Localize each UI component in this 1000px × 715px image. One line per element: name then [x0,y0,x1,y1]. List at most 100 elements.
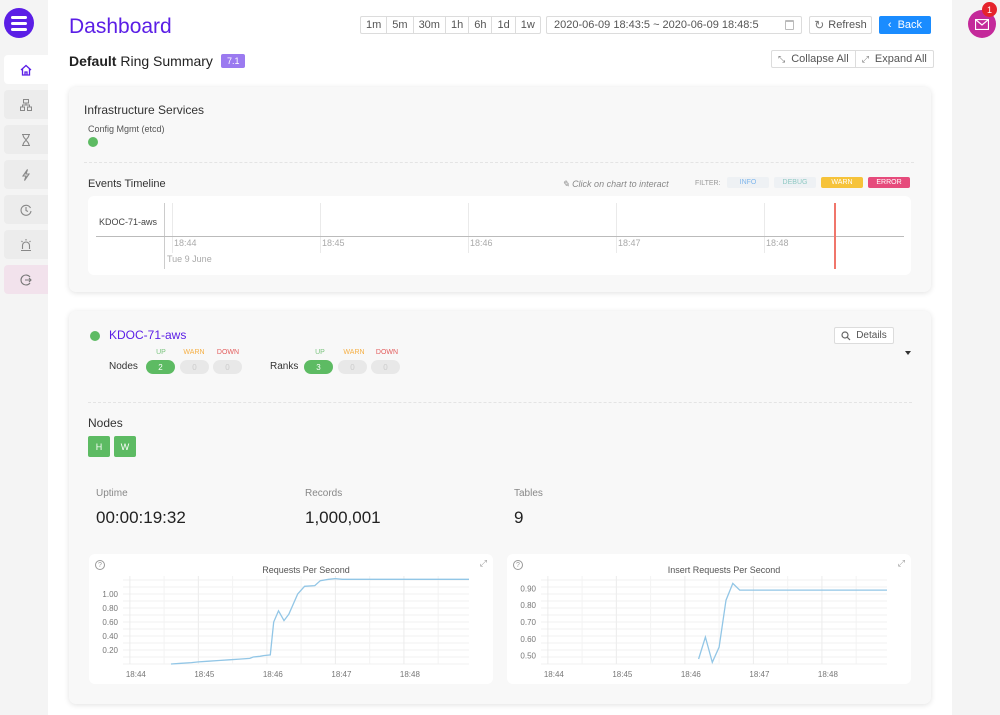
x-tick-label: 18:46 [263,670,284,679]
timeline-gridline [172,203,173,253]
filter-info[interactable]: INFO [727,177,769,188]
x-tick-label: 18:45 [612,670,633,679]
range-1h-button[interactable]: 1h [446,17,470,33]
range-30m-button[interactable]: 30m [414,17,446,33]
y-tick-label: 0.70 [520,618,536,627]
ranks-warn-header: WARN [343,349,365,356]
refresh-icon: ↻ [814,18,825,32]
hourglass-icon [22,133,30,146]
network-icon [20,98,32,111]
ranks-label: Ranks [270,361,299,372]
insert-requests-per-second-chart[interactable]: ? ⤢ Insert Requests Per Second 0.50 0.60 0.… [507,554,911,684]
home-icon [20,64,32,76]
page-title: Dashboard [69,15,172,38]
nodes-warn-count: 0 [180,360,209,374]
error-event-marker[interactable] [834,203,836,269]
sidebar-item-queries[interactable] [4,125,48,154]
chart-svg: Insert Requests Per Second 0.50 0.60 0.70 0.… [520,565,887,679]
node-chip-h[interactable]: H [88,436,110,457]
sidebar-item-history[interactable] [4,195,48,224]
infrastructure-title: Infrastructure Services [84,103,205,117]
sidebar-item-topology[interactable] [4,90,48,119]
filter-warn[interactable]: WARN [821,177,863,188]
filter-label: FILTER: [695,180,721,187]
sidebar-item-alerts[interactable] [4,230,48,259]
timeline-gridline [468,203,469,253]
sidebar-item-performance[interactable] [4,160,48,189]
x-tick-label: 18:47 [331,670,352,679]
collapse-icon: ⤡ [778,53,786,64]
divider [84,162,914,163]
x-tick-label: 18:44 [126,670,147,679]
series-line [170,577,469,665]
nodes-down-count: 0 [213,360,242,374]
expand-icon: ⤢ [861,53,869,64]
tables-value: 9 [514,508,524,527]
timeline-gridline [320,203,321,253]
service-name: Config Mgmt (etcd) [88,124,165,134]
cluster-name-link[interactable]: KDOC-71-aws [109,328,186,342]
nodes-down-header: DOWN [216,349,240,356]
collapse-all-button[interactable]: ⤡ Collapse All [772,51,856,67]
y-tick-label: 0.90 [520,584,536,593]
menu-logo-icon[interactable] [4,8,34,38]
uptime-value: 00:00:19:32 [96,508,186,527]
nodes-label: Nodes [109,361,138,372]
timeline-date: Tue 9 June [167,254,212,264]
expand-all-button[interactable]: ⤢ Expand All [856,51,933,67]
details-label: Details [856,330,887,341]
ranks-down-header: DOWN [375,349,399,356]
nodes-section-title: Nodes [88,416,123,430]
range-1m-button[interactable]: 1m [361,17,388,33]
refresh-label: Refresh [828,19,867,31]
back-label: Back [897,19,923,31]
y-tick-label: 0.20 [102,646,118,655]
date-range-picker[interactable]: 2020-06-09 18:43:5 ~ 2020-06-09 18:48:5 [546,16,802,34]
timeline-tick: 18:47 [618,238,641,248]
node-chip-w[interactable]: W [114,436,136,457]
version-badge: 7.1 [220,54,246,68]
expand-collapse-group: ⤡ Collapse All ⤢ Expand All [771,50,934,68]
tables-label: Tables [514,488,543,499]
divider [88,402,912,403]
nodes-warn-header: WARN [183,349,205,356]
alarm-icon [21,238,31,251]
filter-error[interactable]: ERROR [868,177,910,188]
refresh-button[interactable]: ↻ Refresh [809,16,872,34]
subtitle-text: Ring Summary [120,53,213,69]
range-1w-button[interactable]: 1w [516,17,540,33]
x-tick-label: 18:48 [818,670,839,679]
range-5m-button[interactable]: 5m [387,17,414,33]
details-button[interactable]: Details [834,327,894,344]
collapse-all-label: Collapse All [791,53,849,65]
timeline-gridline [616,203,617,253]
caret-down-icon[interactable] [905,351,911,355]
y-tick-label: 0.80 [520,601,536,610]
chart-title: Requests Per Second [262,565,350,575]
back-button[interactable]: ‹ Back [879,16,931,34]
requests-per-second-chart[interactable]: ? ⤢ Requests Per Second 0.20 0.40 0.60 0.80 1… [89,554,493,684]
sidebar-item-logout[interactable] [4,265,48,294]
timeline-gridline [764,203,765,253]
x-tick-label: 18:45 [194,670,215,679]
y-tick-label: 0.40 [102,632,118,641]
records-value: 1,000,001 [305,508,381,527]
events-timeline-chart[interactable]: KDOC-71-aws 18:44 18:45 18:46 18:47 18:4… [88,196,911,275]
sidebar [0,0,48,715]
events-timeline-title: Events Timeline [88,178,166,190]
calendar-icon [785,20,794,30]
right-rail [952,0,1000,715]
interact-hint: ✎ Click on chart to interact [562,179,669,190]
y-tick-label: 0.60 [102,618,118,627]
y-tick-label: 0.60 [520,635,536,644]
pencil-icon: ✎ [562,179,570,189]
filter-debug[interactable]: DEBUG [774,177,816,188]
time-range-selector: 1m 5m 30m 1h 6h 1d 1w [360,16,541,34]
sidebar-item-home[interactable] [4,55,48,84]
range-1d-button[interactable]: 1d [492,17,516,33]
range-6h-button[interactable]: 6h [469,17,493,33]
ranks-up-count: 3 [304,360,333,374]
ranks-down-count: 0 [371,360,400,374]
timeline-tick: 18:48 [766,238,789,248]
x-tick-label: 18:46 [681,670,702,679]
